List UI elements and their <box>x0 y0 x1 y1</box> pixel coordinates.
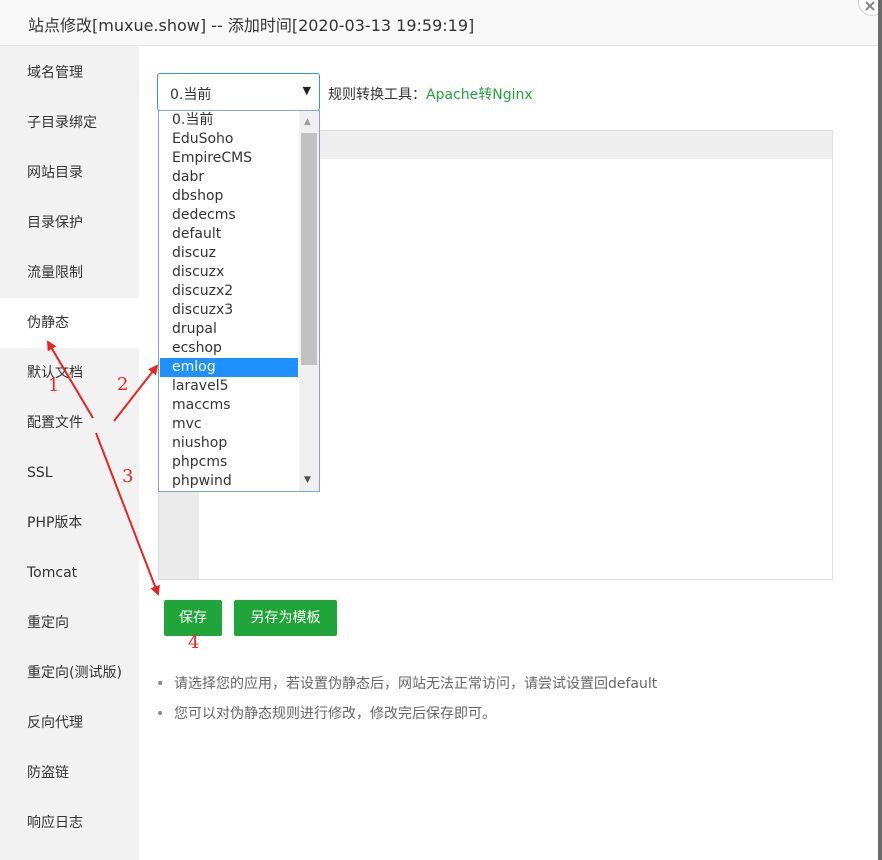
option-item[interactable]: drupal <box>160 320 298 339</box>
sidebar-item-php[interactable]: PHP版本 <box>0 498 139 548</box>
option-item[interactable]: discuzx <box>160 263 298 282</box>
rewrite-options-dropdown[interactable]: 0.当前 EduSoho EmpireCMS dabr dbshop dedec… <box>158 110 320 492</box>
option-item[interactable]: phpwind <box>160 472 298 491</box>
bullet-icon: • <box>156 676 165 692</box>
option-item[interactable]: dedecms <box>160 206 298 225</box>
step-number-1: 1 <box>48 375 60 396</box>
option-item[interactable]: maccms <box>160 396 298 415</box>
sidebar-item-ssl[interactable]: SSL <box>0 448 139 498</box>
sidebar: 域名管理 子目录绑定 网站目录 目录保护 流量限制 伪静态 默认文档 配置文件 … <box>0 46 139 860</box>
apache-to-nginx-link[interactable]: Apache转Nginx <box>426 87 533 103</box>
option-item[interactable]: laravel5 <box>160 377 298 396</box>
option-item-highlighted[interactable]: emlog <box>160 358 298 377</box>
option-item[interactable]: ecshop <box>160 339 298 358</box>
caret-down-icon: ▼ <box>302 84 311 97</box>
option-item[interactable]: niushop <box>160 434 298 453</box>
sidebar-item-redirect[interactable]: 重定向 <box>0 598 139 648</box>
option-item[interactable]: discuz <box>160 244 298 263</box>
dialog-title-bar: 站点修改[muxue.show] -- 添加时间[2020-03-13 19:5… <box>0 0 878 46</box>
scrollbar-thumb[interactable] <box>301 133 317 365</box>
option-item[interactable]: discuzx3 <box>160 301 298 320</box>
hint-note: • 请选择您的应用，若设置伪静态后，网站无法正常访问，请尝试设置回default <box>156 673 657 693</box>
option-item[interactable]: EmpireCMS <box>160 149 298 168</box>
save-button[interactable]: 保存 <box>164 600 222 636</box>
sidebar-item-logs[interactable]: 响应日志 <box>0 798 139 848</box>
rule-converter-label: 规则转换工具： <box>328 87 426 103</box>
sidebar-item-site-dir[interactable]: 网站目录 <box>0 148 139 198</box>
option-item[interactable]: EduSoho <box>160 130 298 149</box>
option-item[interactable]: mvc <box>160 415 298 434</box>
option-item[interactable]: 0.当前 <box>160 111 298 130</box>
dropdown-scrollbar[interactable]: ▲ ▼ <box>299 111 319 491</box>
rewrite-template-select[interactable]: 0.当前 ▼ <box>157 73 320 111</box>
sidebar-item-subdir[interactable]: 子目录绑定 <box>0 98 139 148</box>
option-item[interactable]: dabr <box>160 168 298 187</box>
option-item[interactable]: phpcms <box>160 453 298 472</box>
sidebar-item-rewrite[interactable]: 伪静态 <box>0 298 139 348</box>
select-value: 0.当前 <box>170 87 212 103</box>
step-number-4: 4 <box>188 632 200 653</box>
sidebar-item-hotlink[interactable]: 防盗链 <box>0 748 139 798</box>
option-item[interactable]: default <box>160 225 298 244</box>
sidebar-item-tomcat[interactable]: Tomcat <box>0 548 139 598</box>
scroll-down-icon[interactable]: ▼ <box>304 475 311 485</box>
dialog-title: 站点修改[muxue.show] -- 添加时间[2020-03-13 19:5… <box>28 16 475 35</box>
sidebar-item-domain[interactable]: 域名管理 <box>0 48 139 98</box>
bullet-icon: • <box>156 706 165 722</box>
scroll-up-icon[interactable]: ▲ <box>304 117 311 127</box>
sidebar-item-redirect-beta[interactable]: 重定向(测试版) <box>0 648 139 698</box>
step-number-3: 3 <box>122 466 134 487</box>
rule-converter: 规则转换工具：Apache转Nginx <box>328 84 533 104</box>
sidebar-item-traffic[interactable]: 流量限制 <box>0 248 139 298</box>
sidebar-item-config[interactable]: 配置文件 <box>0 398 139 448</box>
option-item[interactable]: discuzx2 <box>160 282 298 301</box>
option-item[interactable]: dbshop <box>160 187 298 206</box>
hint-text: 您可以对伪静态规则进行修改，修改完后保存即可。 <box>174 706 496 722</box>
step-number-2: 2 <box>117 374 129 395</box>
hint-note: • 您可以对伪静态规则进行修改，修改完后保存即可。 <box>156 703 496 723</box>
backdrop-strip <box>878 0 882 860</box>
sidebar-item-reverse-proxy[interactable]: 反向代理 <box>0 698 139 748</box>
save-as-template-button[interactable]: 另存为模板 <box>234 600 337 636</box>
hint-text: 请选择您的应用，若设置伪静态后，网站无法正常访问，请尝试设置回default <box>174 676 658 692</box>
sidebar-item-dir-protect[interactable]: 目录保护 <box>0 198 139 248</box>
